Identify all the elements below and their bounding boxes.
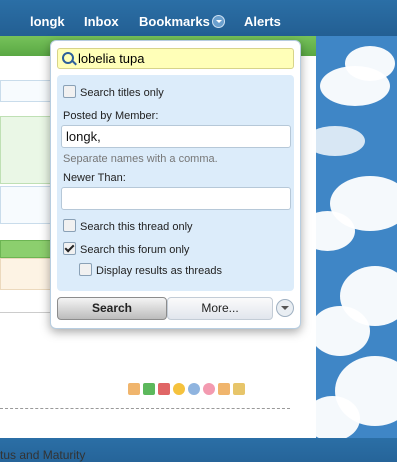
nav-bookmarks-label: Bookmarks [139, 14, 210, 29]
brush-icon[interactable] [233, 383, 245, 395]
posted-by-label: Posted by Member: [63, 110, 159, 122]
this-forum-label: Search this forum only [80, 244, 190, 256]
keywords-input[interactable]: lobelia tupa [57, 48, 294, 69]
nav-inbox[interactable]: Inbox [84, 14, 119, 29]
more-button[interactable]: More... [167, 297, 273, 320]
as-threads-label: Display results as threads [96, 265, 222, 277]
posted-by-input[interactable]: longk, [61, 125, 291, 148]
this-forum-checkbox[interactable] [63, 242, 76, 255]
wrench-icon[interactable] [218, 383, 230, 395]
posted-by-hint: Separate names with a comma. [63, 153, 218, 165]
nav-alerts[interactable]: Alerts [244, 14, 281, 29]
check-icon[interactable] [143, 383, 155, 395]
search-options-panel: Search titles only Posted by Member: lon… [57, 75, 294, 291]
nav-bookmarks[interactable]: Bookmarks [139, 14, 225, 29]
chevron-down-icon[interactable] [276, 299, 294, 317]
heart-icon[interactable] [203, 383, 215, 395]
chevron-down-icon[interactable] [211, 15, 225, 29]
search-icon [62, 52, 74, 64]
info-icon[interactable] [188, 383, 200, 395]
page-panel [0, 80, 52, 102]
titles-only-checkbox[interactable] [63, 85, 76, 98]
search-button-bar: Search More... [57, 297, 294, 320]
as-threads-option[interactable]: Display results as threads [79, 263, 222, 277]
newer-than-label: Newer Than: [63, 172, 126, 184]
this-thread-checkbox[interactable] [63, 219, 76, 232]
page-panel [0, 186, 52, 224]
keywords-value: lobelia tupa [78, 51, 145, 66]
page-panel [0, 258, 52, 290]
page-panel [0, 240, 52, 258]
page-panel [0, 116, 52, 184]
post-actions [128, 382, 248, 398]
search-button[interactable]: Search [57, 297, 167, 320]
posted-by-value: longk, [66, 129, 101, 144]
as-threads-checkbox[interactable] [79, 263, 92, 276]
top-navbar: longk Inbox Bookmarks Alerts [0, 0, 397, 40]
this-thread-label: Search this thread only [80, 221, 193, 233]
cross-icon[interactable] [158, 383, 170, 395]
titles-only-option[interactable]: Search titles only [63, 85, 164, 99]
post-text: tus and Maturity [0, 448, 86, 462]
newer-than-input[interactable] [61, 187, 291, 210]
titles-only-label: Search titles only [80, 87, 164, 99]
like-icon[interactable] [128, 383, 140, 395]
this-thread-option[interactable]: Search this thread only [63, 219, 193, 233]
smile-icon[interactable] [173, 383, 185, 395]
search-popup: lobelia tupa Search titles only Posted b… [50, 40, 301, 329]
nav-user[interactable]: longk [30, 14, 65, 29]
dotted-divider [0, 408, 290, 409]
this-forum-option[interactable]: Search this forum only [63, 242, 189, 256]
